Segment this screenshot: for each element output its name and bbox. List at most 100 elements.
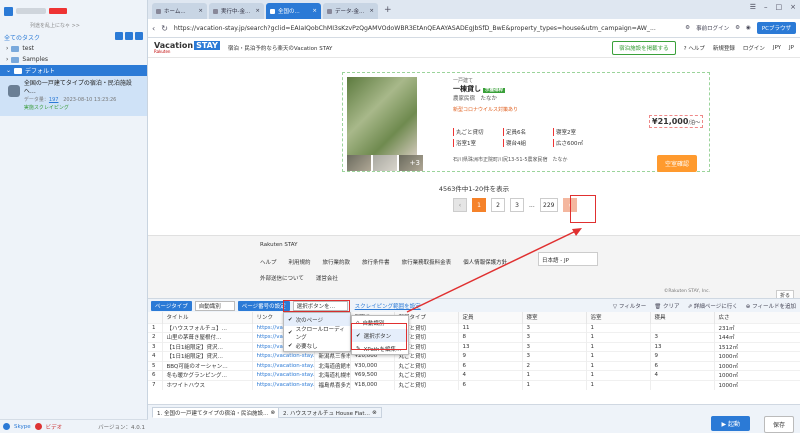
column-header[interactable]: タイトル (162, 312, 253, 323)
table-cell: 4 (458, 370, 523, 380)
skype-link[interactable]: Skype (14, 424, 31, 430)
listing-name[interactable]: 一棟貸し (453, 85, 481, 93)
data-count[interactable]: 197 (49, 97, 59, 103)
close-icon[interactable]: × (255, 8, 260, 14)
listing-photo[interactable] (347, 77, 417, 155)
footer-link[interactable]: 利用規約 (289, 258, 311, 266)
goto-detail-button[interactable]: ⇗ 詳細ページに行く (688, 302, 738, 310)
column-header[interactable]: 寝具 (650, 312, 715, 323)
column-header[interactable]: 広さ (714, 312, 800, 323)
page-type-select[interactable]: 自動識別 (194, 300, 235, 311)
close-icon[interactable]: × (198, 8, 203, 14)
table-row[interactable]: 6冬も暖かグランピング…https://vacation-stay.jp/l/…… (148, 370, 800, 380)
menu-icon[interactable]: ☰ (750, 3, 756, 11)
list-property-button[interactable]: 宿泊施設を掲載する (612, 40, 676, 55)
table-cell: 6 (148, 370, 163, 380)
footer-link[interactable]: 旅行業約款 (323, 258, 351, 266)
footer-link[interactable]: 旅行業務取扱料金表 (402, 258, 452, 266)
page-last[interactable]: 229 (539, 198, 558, 212)
table-cell: 1 (586, 322, 651, 333)
prev-page-button[interactable]: ‹ (453, 198, 467, 212)
import-icon[interactable] (135, 32, 143, 40)
dropdown-option-scroll[interactable]: ✔ スクロールローディング (284, 326, 350, 341)
table-row[interactable]: 5BBQ可能のオーシャン…https://vacation-stay.jp/l/… (148, 360, 800, 371)
thumbnail[interactable] (347, 155, 371, 171)
collapse-button[interactable]: 折る (775, 290, 794, 298)
column-header[interactable]: 浴室 (586, 312, 651, 323)
currency-select[interactable]: JPY (773, 45, 781, 51)
settings-icon[interactable]: ⚙ (735, 25, 740, 31)
table-row[interactable]: 4【1日1組限定】貸沢…https://vacation-stay.jp/l/…… (148, 351, 800, 361)
close-icon[interactable]: ⊗ (372, 410, 377, 416)
run-button[interactable]: ▶ 起動 (711, 416, 750, 431)
language-select[interactable]: JP (789, 45, 794, 51)
clear-button[interactable]: 🗑 クリア (654, 302, 679, 310)
reload-icon[interactable]: ↻ (161, 24, 168, 33)
collapse-toggle[interactable]: 列途を乱上になゃ >> (0, 22, 147, 31)
close-window-icon[interactable]: × (790, 3, 796, 11)
pre-login-button[interactable]: 事前ログイン (696, 24, 729, 32)
user-icon[interactable]: ◉ (746, 25, 751, 31)
table-row[interactable]: 3【1日1組限定】貸沢…https://vacation-stay.jp/l/…… (148, 341, 800, 352)
login-link[interactable]: ログイン (743, 44, 765, 52)
minimize-icon[interactable]: – (764, 3, 768, 11)
tab-active-page[interactable]: 全国の... × (266, 3, 321, 19)
footer-link[interactable]: ヘルプ (260, 258, 277, 266)
close-icon[interactable]: × (369, 8, 374, 14)
pc-browser-button[interactable]: PCブラウザ (756, 22, 796, 34)
tab-home[interactable]: ホーム... × (152, 3, 207, 19)
tree-folder-default[interactable]: ⌄ デフォルト (0, 65, 147, 76)
footer-link[interactable]: 運営会社 (316, 274, 338, 282)
footer-link[interactable]: 個人情報保護方針 (463, 258, 507, 266)
url-input[interactable]: https://vacation-stay.jp/search?gclid=EA… (174, 25, 679, 32)
table-cell: 3 (522, 332, 587, 342)
new-tab-icon[interactable]: + (380, 5, 396, 15)
thumbnail[interactable] (373, 155, 397, 171)
bottom-tab-2[interactable]: 2. ハウスフォルチュ House Fiat… ⊗ (278, 407, 382, 418)
page-2[interactable]: 2 (491, 198, 505, 212)
signup-link[interactable]: 新規登録 (713, 44, 735, 52)
table-row[interactable]: 2山里の茅葺き屋根付…https://vacation-stay.jp/l/…丸… (148, 332, 800, 342)
save-button[interactable]: 保存 (763, 416, 794, 433)
maximize-icon[interactable]: □ (776, 3, 783, 11)
thumbnail[interactable]: +3 (399, 155, 423, 171)
task-item[interactable]: 全国の一戸建てタイプの宿泊・民泊施設へ… データ量：197 2023-08-10… (0, 76, 147, 116)
table-cell (650, 322, 715, 333)
page-type-button[interactable]: ページタイプ (151, 300, 192, 311)
new-task-icon[interactable] (115, 32, 123, 40)
new-folder-icon[interactable] (125, 32, 133, 40)
table-row[interactable]: 1【ハウスフォルチュ】…https://vacation-stay.jp/l/…… (148, 322, 800, 333)
add-field-button[interactable]: ⊕ フィールドを追加 (746, 302, 796, 310)
footer-link[interactable]: 外部送信について (260, 274, 304, 282)
column-header[interactable]: 寝室 (522, 312, 587, 323)
tab-data[interactable]: データ-金... × (323, 3, 378, 19)
tab-running[interactable]: 実行中-金... × (209, 3, 264, 19)
table-cell: 1000㎡ (714, 360, 800, 371)
close-icon[interactable]: ⊗ (271, 410, 276, 416)
left-panel: 列途を乱上になゃ >> 全てのタスク › test › Samples ⌄ デフォルト… (0, 0, 148, 433)
tree-folder-test[interactable]: › test (0, 43, 147, 54)
dropdown-option-none[interactable]: ✔ 必要なし (284, 339, 350, 352)
page-1[interactable]: 1 (472, 198, 486, 212)
back-icon[interactable]: ‹ (152, 24, 155, 33)
listing-price: ¥21,000/泊〜 (649, 115, 704, 128)
footer-link[interactable]: 旅行条件書 (362, 258, 390, 266)
site-logo[interactable]: Vacation STAY Rakuten (154, 41, 220, 54)
pagination-highlight-box (283, 300, 350, 312)
pagination-button[interactable]: ページ番号の設定 (237, 300, 290, 311)
filter-button[interactable]: ▽ フィルター (613, 302, 646, 310)
column-header[interactable]: 定員 (458, 312, 523, 323)
close-icon[interactable]: × (312, 8, 317, 14)
video-link[interactable]: ビデオ (46, 423, 63, 431)
bottom-tab-1[interactable]: 1. 全国の一戸建てタイプの宿泊・民泊施設… ⊗ (152, 407, 281, 418)
table-row[interactable]: 7ホワイトハウスhttps://vacation-stay.jp/l/…福島県喜… (148, 379, 800, 390)
select-button-highlight-box (351, 323, 407, 350)
help-link[interactable]: ? ヘルプ (684, 44, 705, 52)
page-3[interactable]: 3 (510, 198, 524, 212)
footer-language-select[interactable]: 日本語 - JP (538, 252, 598, 266)
scrape-range-link[interactable]: スクレイピング範囲を設定 (355, 302, 421, 310)
all-tasks-label[interactable]: 全てのタスク (4, 33, 40, 42)
listing-card[interactable]: +3 一戸建て 一棟貸し ポ獲得枠 農家民宿 たなか 新型コロナウイルス対策あり … (342, 72, 710, 172)
tree-folder-samples[interactable]: › Samples (0, 54, 147, 65)
check-availability-button[interactable]: 空室確認 (657, 155, 698, 172)
